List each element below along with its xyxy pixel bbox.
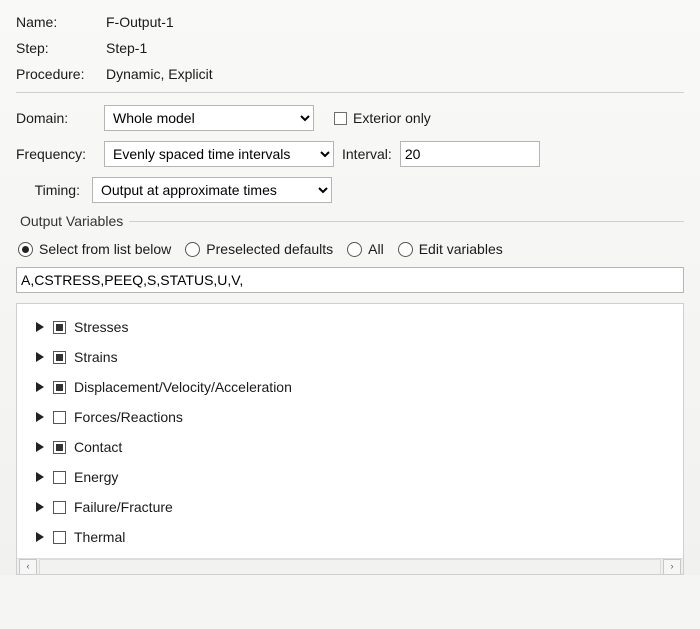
tree-node-label: Stresses: [74, 319, 128, 335]
radio-circle-icon: [398, 242, 413, 257]
expand-arrow-icon[interactable]: [35, 322, 45, 332]
label-timing: Timing:: [16, 182, 84, 198]
radio-label: Edit variables: [419, 241, 503, 257]
radio-all[interactable]: All: [347, 241, 384, 257]
tree-row[interactable]: Failure/Fracture: [35, 492, 675, 522]
expand-arrow-icon[interactable]: [35, 352, 45, 362]
tree-row[interactable]: Contact: [35, 432, 675, 462]
scroll-right-button[interactable]: ›: [663, 559, 681, 575]
output-mode-radio-group: Select from list below Preselected defau…: [16, 237, 684, 267]
tree-node-checkbox[interactable]: [53, 321, 66, 334]
radio-label: Preselected defaults: [206, 241, 333, 257]
exterior-only-label: Exterior only: [353, 110, 431, 126]
variables-string-input[interactable]: [16, 267, 684, 293]
frequency-select[interactable]: Evenly spaced time intervals: [104, 141, 334, 167]
timing-select[interactable]: Output at approximate times: [92, 177, 332, 203]
label-frequency: Frequency:: [16, 146, 96, 162]
label-name: Name:: [16, 14, 106, 30]
tree-row[interactable]: Displacement/Velocity/Acceleration: [35, 372, 675, 402]
tree-node-checkbox[interactable]: [53, 411, 66, 424]
label-step: Step:: [16, 40, 106, 56]
tree-node-label: Displacement/Velocity/Acceleration: [74, 379, 292, 395]
row-frequency: Frequency: Evenly spaced time intervals …: [16, 141, 684, 167]
expand-arrow-icon[interactable]: [35, 532, 45, 542]
tree-node-checkbox[interactable]: [53, 531, 66, 544]
radio-label: All: [368, 241, 384, 257]
tree-node-label: Failure/Fracture: [74, 499, 173, 515]
tree-node-label: Thermal: [74, 529, 125, 545]
expand-arrow-icon[interactable]: [35, 472, 45, 482]
checkbox-box-icon: [334, 112, 347, 125]
separator: [16, 92, 684, 93]
tree-node-label: Contact: [74, 439, 122, 455]
row-procedure: Procedure: Dynamic, Explicit: [16, 66, 684, 82]
value-step: Step-1: [106, 40, 147, 56]
variables-tree-panel: Stresses Strains Displacement/Velocity/Acc…: [16, 303, 684, 575]
radio-preselected-defaults[interactable]: Preselected defaults: [185, 241, 333, 257]
exterior-only-checkbox[interactable]: Exterior only: [334, 110, 431, 126]
label-domain: Domain:: [16, 110, 96, 126]
horizontal-scrollbar[interactable]: ‹ ›: [17, 558, 683, 574]
row-name: Name: F-Output-1: [16, 14, 684, 30]
tree-node-checkbox[interactable]: [53, 351, 66, 364]
scroll-track[interactable]: [39, 559, 661, 575]
radio-circle-icon: [347, 242, 362, 257]
radio-dot-icon: [18, 242, 33, 257]
tree-node-checkbox[interactable]: [53, 381, 66, 394]
output-variables-legend: Output Variables: [16, 213, 129, 229]
scroll-left-button[interactable]: ‹: [19, 559, 37, 575]
tree-node-label: Strains: [74, 349, 118, 365]
tree-node-checkbox[interactable]: [53, 441, 66, 454]
field-output-dialog: Name: F-Output-1 Step: Step-1 Procedure:…: [0, 0, 700, 575]
row-domain: Domain: Whole model Exterior only: [16, 105, 684, 131]
label-interval: Interval:: [342, 146, 392, 162]
tree-row[interactable]: Forces/Reactions: [35, 402, 675, 432]
tree-node-label: Forces/Reactions: [74, 409, 183, 425]
tree-row[interactable]: Stresses: [35, 312, 675, 342]
tree-row[interactable]: Energy: [35, 462, 675, 492]
tree-node-label: Energy: [74, 469, 118, 485]
domain-select[interactable]: Whole model: [104, 105, 314, 131]
label-procedure: Procedure:: [16, 66, 106, 82]
interval-input[interactable]: [400, 141, 540, 167]
tree-node-checkbox[interactable]: [53, 501, 66, 514]
variables-tree[interactable]: Stresses Strains Displacement/Velocity/Acc…: [17, 304, 683, 560]
row-timing: Timing: Output at approximate times: [16, 177, 684, 203]
expand-arrow-icon[interactable]: [35, 502, 45, 512]
expand-arrow-icon[interactable]: [35, 442, 45, 452]
radio-label: Select from list below: [39, 241, 171, 257]
output-variables-fieldset: Output Variables Select from list below …: [16, 213, 684, 575]
expand-arrow-icon[interactable]: [35, 412, 45, 422]
value-name: F-Output-1: [106, 14, 174, 30]
value-procedure: Dynamic, Explicit: [106, 66, 213, 82]
tree-node-checkbox[interactable]: [53, 471, 66, 484]
expand-arrow-icon[interactable]: [35, 382, 45, 392]
tree-row[interactable]: Thermal: [35, 522, 675, 552]
row-step: Step: Step-1: [16, 40, 684, 56]
tree-row[interactable]: Strains: [35, 342, 675, 372]
radio-circle-icon: [185, 242, 200, 257]
radio-select-from-list[interactable]: Select from list below: [18, 241, 171, 257]
radio-edit-variables[interactable]: Edit variables: [398, 241, 503, 257]
